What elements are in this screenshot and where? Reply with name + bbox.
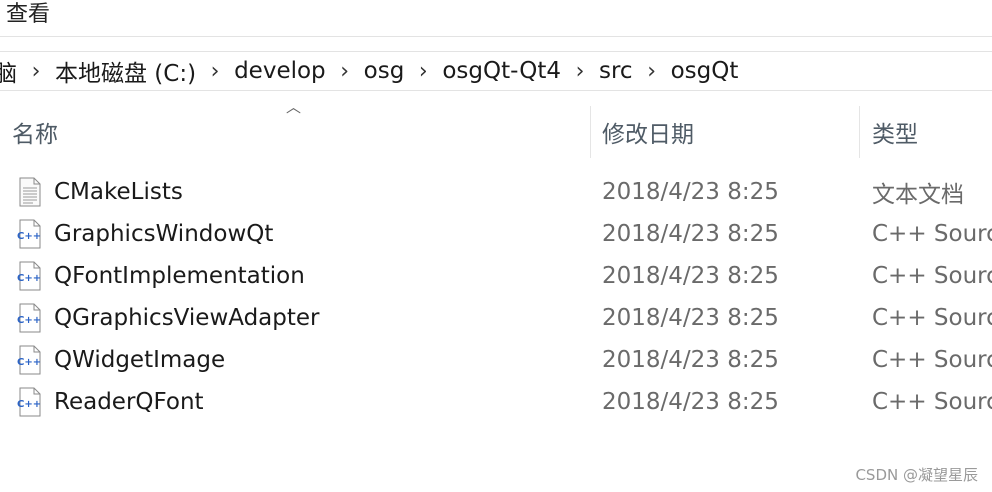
file-row-cmakelists[interactable]: CMakeLists 2018/4/23 8:25 文本文档 (0, 171, 992, 213)
file-name: QWidgetImage (54, 347, 226, 373)
breadcrumb-this-pc[interactable]: 脑 (0, 54, 19, 88)
view-tab[interactable]: 查看 (6, 0, 50, 28)
column-header-name[interactable]: 名称 (12, 104, 58, 160)
chevron-right-icon[interactable]: › (328, 59, 362, 84)
svg-text:C++: C++ (17, 399, 41, 410)
column-header-type[interactable]: 类型 (872, 104, 918, 160)
breadcrumb-osgqt-qt4[interactable]: osgQt-Qt4 (440, 58, 563, 84)
file-date: 2018/4/23 8:25 (602, 305, 779, 331)
breadcrumb-osg[interactable]: osg (362, 58, 407, 84)
column-header-row: 名称 修改日期 类型 (0, 104, 992, 160)
text-file-icon (19, 177, 41, 207)
file-date: 2018/4/23 8:25 (602, 389, 779, 415)
ribbon-divider (0, 36, 992, 37)
file-name: CMakeLists (54, 179, 183, 205)
chevron-right-icon[interactable]: › (406, 59, 440, 84)
svg-text:C++: C++ (17, 315, 41, 326)
file-type: C++ Sourc (872, 389, 992, 415)
chevron-right-icon[interactable]: › (198, 59, 232, 84)
column-header-date[interactable]: 修改日期 (602, 104, 694, 160)
breadcrumb-osgqt[interactable]: osgQt (669, 58, 741, 84)
file-date: 2018/4/23 8:25 (602, 263, 779, 289)
breadcrumb-src[interactable]: src (597, 58, 635, 84)
svg-text:C++: C++ (17, 231, 41, 242)
file-row-readerqfont[interactable]: C++ ReaderQFont 2018/4/23 8:25 C++ Sourc (0, 381, 992, 423)
cpp-file-icon: C++ (17, 387, 41, 417)
file-type: C++ Sourc (872, 221, 992, 247)
address-bar-bottom-border (0, 90, 992, 91)
file-date: 2018/4/23 8:25 (602, 179, 779, 205)
file-type: C++ Sourc (872, 305, 992, 331)
cpp-file-icon: C++ (17, 345, 41, 375)
file-date: 2018/4/23 8:25 (602, 347, 779, 373)
svg-text:C++: C++ (17, 273, 41, 284)
chevron-right-icon[interactable]: › (19, 59, 53, 84)
file-row-graphicswindowqt[interactable]: C++ GraphicsWindowQt 2018/4/23 8:25 C++ … (0, 213, 992, 255)
column-divider[interactable] (590, 106, 591, 158)
file-date: 2018/4/23 8:25 (602, 221, 779, 247)
file-type: C++ Sourc (872, 263, 992, 289)
file-name: QFontImplementation (54, 263, 305, 289)
chevron-right-icon[interactable]: › (563, 59, 597, 84)
column-divider[interactable] (859, 106, 860, 158)
svg-text:C++: C++ (17, 357, 41, 368)
breadcrumb-develop[interactable]: develop (232, 58, 328, 84)
cpp-file-icon: C++ (17, 303, 41, 333)
file-name: GraphicsWindowQt (54, 221, 274, 247)
file-row-qgraphicsviewadapter[interactable]: C++ QGraphicsViewAdapter 2018/4/23 8:25 … (0, 297, 992, 339)
file-type: C++ Sourc (872, 347, 992, 373)
breadcrumb-local-disk[interactable]: 本地磁盘 (C:) (53, 54, 198, 88)
cpp-file-icon: C++ (17, 219, 41, 249)
file-name: ReaderQFont (54, 389, 204, 415)
cpp-file-icon: C++ (17, 261, 41, 291)
chevron-right-icon[interactable]: › (635, 59, 669, 84)
breadcrumb: 脑 › 本地磁盘 (C:) › develop › osg › osgQt-Qt… (0, 52, 992, 90)
file-type: 文本文档 (872, 182, 964, 208)
file-row-qwidgetimage[interactable]: C++ QWidgetImage 2018/4/23 8:25 C++ Sour… (0, 339, 992, 381)
watermark: CSDN @凝望星辰 (855, 466, 978, 484)
file-name: QGraphicsViewAdapter (54, 305, 320, 331)
file-row-qfontimplementation[interactable]: C++ QFontImplementation 2018/4/23 8:25 C… (0, 255, 992, 297)
